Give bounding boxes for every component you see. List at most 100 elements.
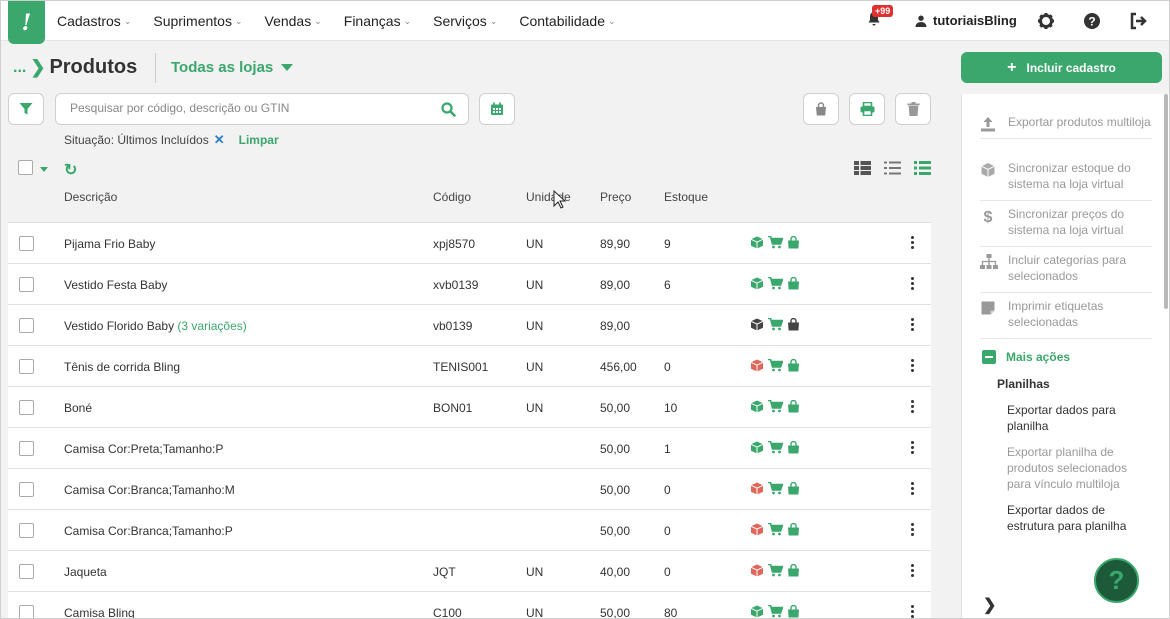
product-name[interactable]: Camisa Cor:Preta;Tamanho:P xyxy=(64,442,223,456)
action-imprimir-etiquetas[interactable]: Imprimir etiquetas selecionadas xyxy=(980,296,1152,339)
scrollbar-thumb[interactable] xyxy=(1164,94,1168,309)
logout-icon[interactable] xyxy=(1129,12,1147,30)
shop-button[interactable] xyxy=(803,93,839,125)
shopping-bag-icon xyxy=(788,441,799,454)
refresh-icon[interactable]: ↻ xyxy=(64,160,77,180)
product-name[interactable]: Camisa Cor:Branca;Tamanho:P xyxy=(64,524,233,538)
more-actions-toggle[interactable]: Mais ações xyxy=(982,350,1070,364)
cell-descricao[interactable]: Camisa Cor:Preta;Tamanho:P xyxy=(64,442,223,456)
variations-link[interactable]: (3 variações) xyxy=(177,319,246,333)
gear-icon[interactable] xyxy=(1037,12,1055,30)
cell-descricao[interactable]: Tênis de corrida Bling xyxy=(64,360,180,374)
more-options-icon[interactable] xyxy=(911,564,915,577)
cell-descricao[interactable]: Pijama Frio Baby xyxy=(64,237,155,251)
sidebar-scrollbar[interactable] xyxy=(1163,94,1169,554)
store-selector[interactable]: Todas as lojas xyxy=(171,59,294,76)
grid-view-icon[interactable] xyxy=(854,161,871,175)
cell-descricao[interactable]: Boné xyxy=(64,401,92,415)
list-view-icon[interactable] xyxy=(884,161,901,175)
table-row[interactable]: Boné BON01 UN 50,00 10 xyxy=(8,387,931,428)
table-row[interactable]: Tênis de corrida Bling TENIS001 UN 456,00 0 xyxy=(8,346,931,387)
table-row[interactable]: Camisa Cor:Branca;Tamanho:P 50,00 0 xyxy=(8,510,931,551)
table-row[interactable]: Camisa Bling C100 UN 50,00 80 xyxy=(8,592,931,618)
column-header-descricao[interactable]: Descrição xyxy=(64,190,117,204)
cell-descricao[interactable]: Jaqueta xyxy=(64,565,107,579)
cell-descricao[interactable]: Camisa Bling xyxy=(64,606,135,618)
product-name[interactable]: Tênis de corrida Bling xyxy=(64,360,180,374)
breadcrumb-back[interactable]: ... xyxy=(13,59,26,77)
cell-descricao[interactable]: Camisa Cor:Branca;Tamanho:M xyxy=(64,483,235,497)
date-filter-button[interactable] xyxy=(479,93,515,125)
add-product-button[interactable]: + Incluir cadastro xyxy=(961,52,1162,83)
cart-icon xyxy=(768,605,783,618)
more-options-icon[interactable] xyxy=(911,359,915,372)
more-options-icon[interactable] xyxy=(911,318,915,331)
row-checkbox[interactable] xyxy=(19,523,34,538)
more-options-icon[interactable] xyxy=(911,236,915,249)
user-menu[interactable]: tutoriaisBling xyxy=(915,13,1017,28)
column-header-estoque[interactable]: Estoque xyxy=(664,190,708,204)
caret-down-icon[interactable] xyxy=(40,167,48,172)
menu-financas[interactable]: Finanças ⌄ xyxy=(344,13,411,29)
row-checkbox[interactable] xyxy=(19,236,34,251)
column-header-preco[interactable]: Preço xyxy=(600,190,631,204)
table-row[interactable]: Camisa Cor:Branca;Tamanho:M 50,00 0 xyxy=(8,469,931,510)
cell-descricao[interactable]: Camisa Cor:Branca;Tamanho:P xyxy=(64,524,233,538)
help-circle-icon[interactable]: ? xyxy=(1083,12,1101,30)
product-name[interactable]: Boné xyxy=(64,401,92,415)
row-checkbox[interactable] xyxy=(19,359,34,374)
cell-descricao[interactable]: Vestido Festa Baby xyxy=(64,278,167,292)
filter-button[interactable] xyxy=(8,93,44,125)
select-all-checkbox[interactable] xyxy=(18,160,33,175)
product-name[interactable]: Vestido Florido Baby xyxy=(64,319,174,333)
search-input[interactable] xyxy=(70,101,430,115)
more-options-icon[interactable] xyxy=(911,523,915,536)
cell-preco: 89,90 xyxy=(600,237,631,251)
row-checkbox[interactable] xyxy=(19,400,34,415)
more-options-icon[interactable] xyxy=(911,400,915,413)
table-row[interactable]: Jaqueta JQT UN 40,00 0 xyxy=(8,551,931,592)
row-checkbox[interactable] xyxy=(19,564,34,579)
menu-servicos[interactable]: Serviços ⌄ xyxy=(433,13,497,29)
more-options-icon[interactable] xyxy=(911,441,915,454)
product-name[interactable]: Jaqueta xyxy=(64,565,107,579)
row-checkbox[interactable] xyxy=(19,318,34,333)
product-name[interactable]: Camisa Bling xyxy=(64,606,135,618)
delete-button[interactable] xyxy=(895,93,931,125)
action-incluir-categorias[interactable]: Incluir categorias para selecionados xyxy=(980,250,1152,293)
chevron-right-icon[interactable]: ❯ xyxy=(983,595,996,615)
row-checkbox[interactable] xyxy=(19,441,34,456)
product-name[interactable]: Camisa Cor:Branca;Tamanho:M xyxy=(64,483,235,497)
export-spreadsheet-link[interactable]: Exportar dados para planilha xyxy=(1007,402,1137,434)
menu-contabilidade[interactable]: Contabilidade ⌄ xyxy=(519,13,615,29)
action-sincronizar-precos[interactable]: $ Sincronizar preços do sistema na loja … xyxy=(980,204,1152,247)
table-row[interactable]: Vestido Festa Baby xvb0139 UN 89,00 6 xyxy=(8,264,931,305)
row-checkbox[interactable] xyxy=(19,277,34,292)
label-icon xyxy=(981,301,995,315)
table-row[interactable]: Pijama Frio Baby xpj8570 UN 89,90 9 xyxy=(8,223,931,264)
product-name[interactable]: Vestido Festa Baby xyxy=(64,278,167,292)
action-sincronizar-estoque[interactable]: Sincronizar estoque do sistema na loja v… xyxy=(980,158,1152,201)
help-button[interactable]: ? xyxy=(1094,558,1139,603)
print-button[interactable] xyxy=(849,93,885,125)
menu-cadastros[interactable]: Cadastros ⌄ xyxy=(57,13,131,29)
search-icon[interactable] xyxy=(441,102,456,117)
menu-vendas[interactable]: Vendas ⌄ xyxy=(265,13,322,29)
column-header-codigo[interactable]: Código xyxy=(433,190,471,204)
table-row[interactable]: Vestido Florido Baby (3 variações) vb0139… xyxy=(8,305,931,346)
table-row[interactable]: Camisa Cor:Preta;Tamanho:P 50,00 1 xyxy=(8,428,931,469)
export-structure-spreadsheet-link[interactable]: Exportar dados de estrutura para planilh… xyxy=(1007,502,1137,534)
close-icon[interactable]: ✕ xyxy=(214,132,225,148)
clear-filters-link[interactable]: Limpar xyxy=(239,133,279,147)
more-options-icon[interactable] xyxy=(911,482,915,495)
cell-descricao[interactable]: Vestido Florido Baby (3 variações) xyxy=(64,319,247,333)
bling-logo[interactable]: ! xyxy=(8,1,45,44)
action-exportar-multiloja[interactable]: Exportar produtos multiloja xyxy=(980,112,1152,139)
row-checkbox[interactable] xyxy=(19,605,34,618)
more-options-icon[interactable] xyxy=(911,277,915,290)
more-options-icon[interactable] xyxy=(911,605,915,618)
menu-suprimentos[interactable]: Suprimentos ⌄ xyxy=(153,13,242,29)
compact-list-icon[interactable] xyxy=(914,161,931,175)
product-name[interactable]: Pijama Frio Baby xyxy=(64,237,155,251)
row-checkbox[interactable] xyxy=(19,482,34,497)
